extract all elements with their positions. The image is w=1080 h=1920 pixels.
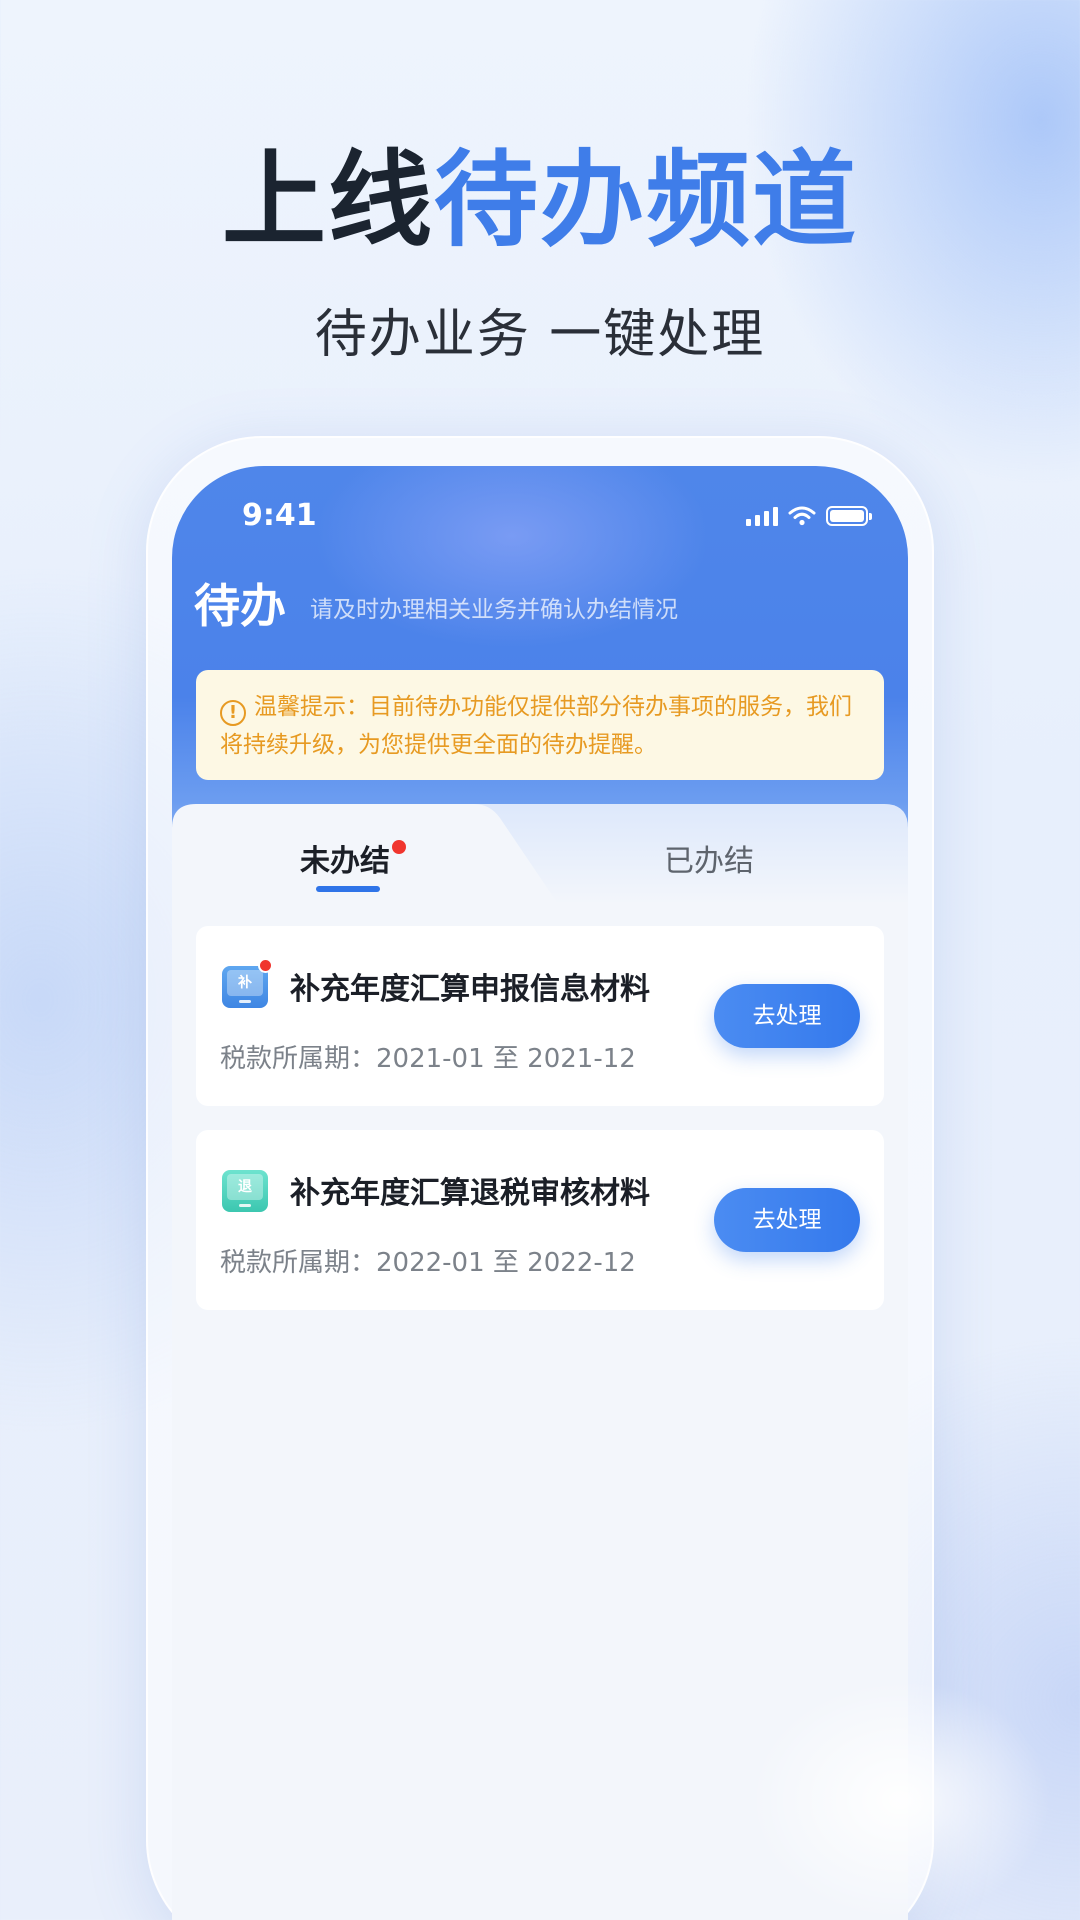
promo-subheadline: 待办业务 一键处理 bbox=[314, 305, 766, 365]
notice-text: 温馨提示：目前待办功能仅提供部分待办事项的服务，我们将持续升级，为您提供更全面的… bbox=[220, 694, 852, 758]
decorative-glow bbox=[700, 1640, 1080, 1920]
warning-icon: ! bbox=[220, 700, 246, 726]
process-button[interactable]: 去处理 bbox=[714, 984, 860, 1048]
supplement-icon: 补 bbox=[222, 966, 268, 1008]
notice-banner: ! 温馨提示：目前待办功能仅提供部分待办事项的服务，我们将持续升级，为您提供更全面… bbox=[196, 670, 884, 780]
task-title: 补充年度汇算申报信息材料 bbox=[290, 972, 650, 1007]
tab-badge-dot bbox=[392, 840, 406, 854]
task-card[interactable]: 退 补充年度汇算退税审核材料 税款所属期：2022-01 至 2022-12 去… bbox=[196, 1130, 884, 1310]
tab-finished[interactable]: 已办结 bbox=[664, 836, 754, 880]
page-title: 待办 bbox=[194, 579, 286, 633]
promo-headline-blue: 待办频道 bbox=[434, 139, 859, 261]
task-badge-dot bbox=[258, 958, 273, 973]
wifi-icon bbox=[788, 506, 816, 526]
page-subtitle: 请及时办理相关业务并确认办结情况 bbox=[310, 597, 678, 623]
signal-icon bbox=[746, 506, 778, 526]
battery-icon bbox=[826, 506, 872, 526]
promo-headline: 上线待办频道 bbox=[0, 148, 1080, 252]
process-button[interactable]: 去处理 bbox=[714, 1188, 860, 1252]
tab-bar bbox=[172, 804, 908, 904]
refund-icon: 退 bbox=[222, 1170, 268, 1212]
tab-unfinished[interactable]: 未办结 bbox=[300, 836, 390, 880]
tab-active-indicator bbox=[316, 886, 380, 892]
task-title: 补充年度汇算退税审核材料 bbox=[290, 1176, 650, 1211]
promo-headline-dark: 上线 bbox=[221, 139, 434, 261]
status-icons bbox=[746, 506, 872, 526]
task-period: 税款所属期：2022-01 至 2022-12 bbox=[220, 1248, 636, 1278]
task-card[interactable]: 补 补充年度汇算申报信息材料 税款所属期：2021-01 至 2021-12 去… bbox=[196, 926, 884, 1106]
status-time: 9:41 bbox=[242, 498, 317, 533]
task-period: 税款所属期：2021-01 至 2021-12 bbox=[220, 1044, 636, 1074]
